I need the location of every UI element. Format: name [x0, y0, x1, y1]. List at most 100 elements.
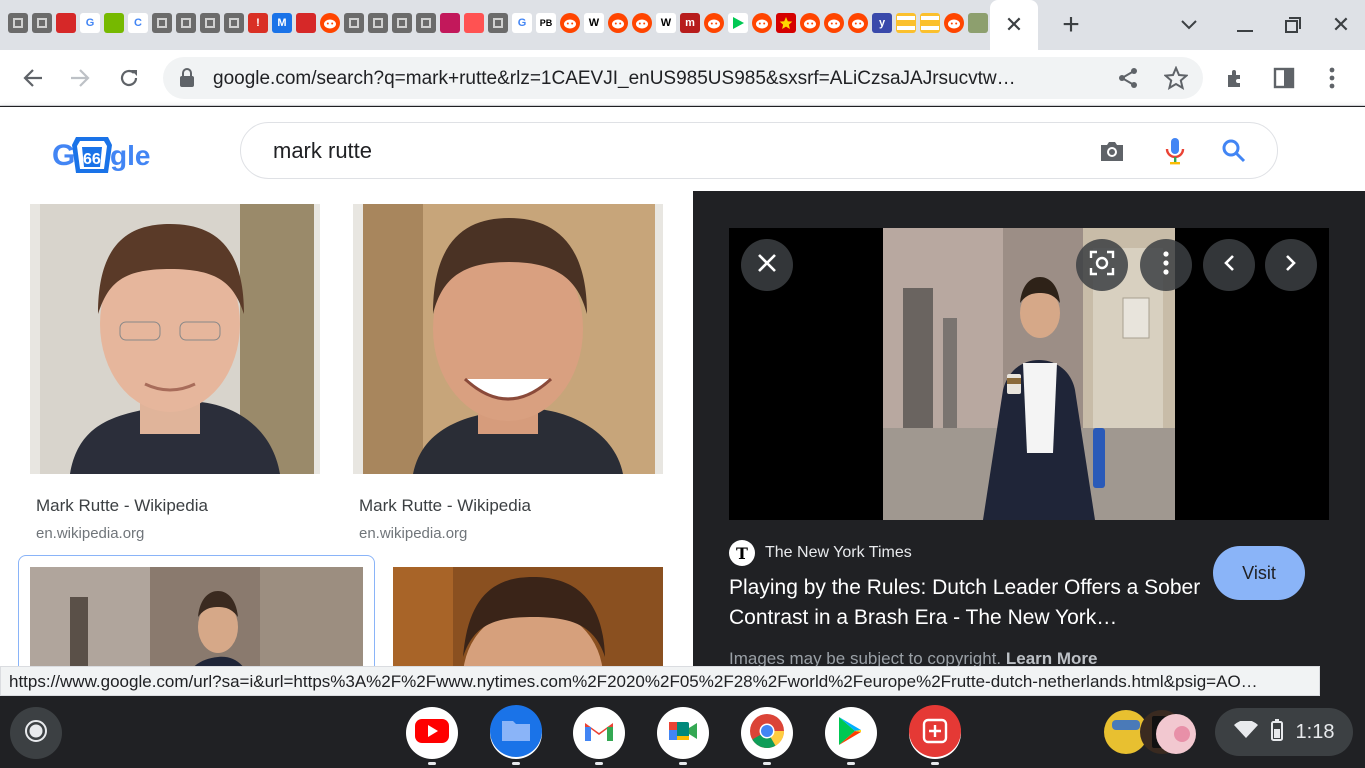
doc-icon[interactable] [200, 13, 220, 33]
y-icon[interactable]: y [872, 13, 892, 33]
result-thumbnail[interactable] [30, 204, 320, 474]
reddit-icon[interactable] [800, 13, 820, 33]
reload-icon[interactable] [111, 60, 147, 96]
flame-icon[interactable] [464, 13, 484, 33]
menu-dots-icon[interactable] [1314, 60, 1350, 96]
preview-image[interactable] [883, 228, 1175, 520]
preview-title[interactable]: Playing by the Rules: Dutch Leader Offer… [729, 573, 1209, 633]
shelf-app-meet[interactable] [657, 707, 709, 765]
result-site[interactable]: en.wikipedia.org [359, 525, 467, 542]
result-site[interactable]: en.wikipedia.org [36, 525, 144, 542]
reddit-icon[interactable] [320, 13, 340, 33]
mario-icon[interactable] [296, 13, 316, 33]
next-image-button[interactable] [1265, 239, 1317, 291]
doc-icon[interactable] [8, 13, 28, 33]
shelf-app-play-store[interactable] [825, 707, 877, 765]
doc-icon[interactable] [32, 13, 52, 33]
reddit-icon[interactable] [632, 13, 652, 33]
close-tab-icon[interactable]: ✕ [1005, 12, 1023, 38]
result-thumbnail[interactable] [393, 567, 663, 666]
doc-icon[interactable] [344, 13, 364, 33]
reddit-icon[interactable] [704, 13, 724, 33]
nvidia-icon[interactable] [104, 13, 124, 33]
lens-search-button[interactable] [1076, 239, 1128, 291]
shelf-app-chrome[interactable] [741, 707, 793, 765]
close-window-icon[interactable]: ✕ [1328, 12, 1354, 38]
doc-icon[interactable] [368, 13, 388, 33]
shelf-app-gmail[interactable] [573, 707, 625, 765]
doc-icon[interactable] [176, 13, 196, 33]
google-icon[interactable]: G [512, 13, 532, 33]
reddit-icon[interactable] [824, 13, 844, 33]
doc-icon[interactable] [416, 13, 436, 33]
search-query[interactable]: mark rutte [273, 138, 372, 164]
active-tab[interactable]: ✕ [990, 0, 1038, 50]
result-title[interactable]: Mark Rutte - Wikipedia [36, 496, 208, 516]
reddit-icon[interactable] [848, 13, 868, 33]
google-logo[interactable]: G 66 gle [52, 133, 162, 177]
preview-source[interactable]: T The New York Times [729, 540, 912, 566]
new-tab-icon[interactable]: + [1058, 8, 1084, 41]
back-icon[interactable] [15, 60, 51, 96]
launcher-button[interactable] [10, 707, 62, 759]
image-result-card-selected[interactable] [18, 555, 375, 666]
more-options-button[interactable] [1140, 239, 1192, 291]
doc-icon[interactable] [224, 13, 244, 33]
lock-icon[interactable] [179, 68, 195, 93]
image-result-card[interactable]: Mark Rutte - Wikipedia en.wikipedia.org [353, 204, 663, 542]
extensions-icon[interactable] [1218, 60, 1254, 96]
flag-icon[interactable] [896, 13, 916, 33]
previous-image-button[interactable] [1203, 239, 1255, 291]
chrome-c-icon[interactable]: C [128, 13, 148, 33]
shelf-app-screencast[interactable] [909, 704, 961, 765]
result-thumbnail[interactable] [30, 567, 363, 666]
battery-icon [1270, 718, 1283, 746]
visit-button[interactable]: Visit [1213, 546, 1305, 600]
m-icon[interactable]: M [272, 13, 292, 33]
reddit-icon[interactable] [608, 13, 628, 33]
flag-icon[interactable] [920, 13, 940, 33]
alert-icon[interactable]: ! [248, 13, 268, 33]
forward-icon[interactable] [62, 60, 98, 96]
bookmark-star-icon[interactable] [1163, 65, 1189, 95]
tab-search-icon[interactable] [1176, 12, 1202, 38]
mario-icon[interactable] [56, 13, 76, 33]
doc-icon[interactable] [392, 13, 412, 33]
m-red-icon[interactable]: m [680, 13, 700, 33]
side-panel-icon[interactable] [1266, 60, 1302, 96]
close-preview-button[interactable] [741, 239, 793, 291]
image-result-card[interactable]: Mark Rutte - Wikipedia en.wikipedia.org [30, 204, 330, 542]
image-result-card[interactable] [393, 567, 663, 666]
result-title[interactable]: Mark Rutte - Wikipedia [359, 496, 531, 516]
pinned-tabs: G C! M G PB W Wm y [8, 13, 1012, 33]
microphone-icon[interactable] [1164, 137, 1186, 170]
camera-lens-icon[interactable] [1099, 139, 1125, 168]
reddit-icon[interactable] [752, 13, 772, 33]
star-icon[interactable] [776, 13, 796, 33]
learn-more-link[interactable]: Learn More [1006, 649, 1098, 666]
map-icon[interactable] [968, 13, 988, 33]
url-text[interactable]: google.com/search?q=mark+rutte&rlz=1CAEV… [213, 68, 1093, 90]
reddit-icon[interactable] [944, 13, 964, 33]
google-icon[interactable]: G [80, 13, 100, 33]
reddit-icon[interactable] [560, 13, 580, 33]
omnibox[interactable]: google.com/search?q=mark+rutte&rlz=1CAEV… [163, 57, 1203, 99]
play-icon[interactable] [728, 13, 748, 33]
search-box[interactable]: mark rutte [240, 122, 1278, 179]
wikipedia-icon[interactable]: W [584, 13, 604, 33]
cube-icon[interactable] [440, 13, 460, 33]
source-name[interactable]: The New York Times [765, 544, 912, 562]
minimize-icon[interactable] [1232, 12, 1258, 38]
shelf-app-files[interactable] [490, 704, 542, 765]
share-icon[interactable] [1117, 67, 1139, 94]
doc-icon[interactable] [152, 13, 172, 33]
phone-hub-avatars[interactable] [1102, 706, 1200, 758]
system-tray[interactable]: 1:18 [1215, 708, 1353, 756]
pb-icon[interactable]: PB [536, 13, 556, 33]
wikipedia-icon[interactable]: W [656, 13, 676, 33]
result-thumbnail[interactable] [353, 204, 663, 474]
restore-icon[interactable] [1280, 12, 1306, 38]
shelf-app-youtube[interactable] [406, 707, 458, 765]
doc-icon[interactable] [488, 13, 508, 33]
search-icon[interactable] [1221, 138, 1247, 169]
